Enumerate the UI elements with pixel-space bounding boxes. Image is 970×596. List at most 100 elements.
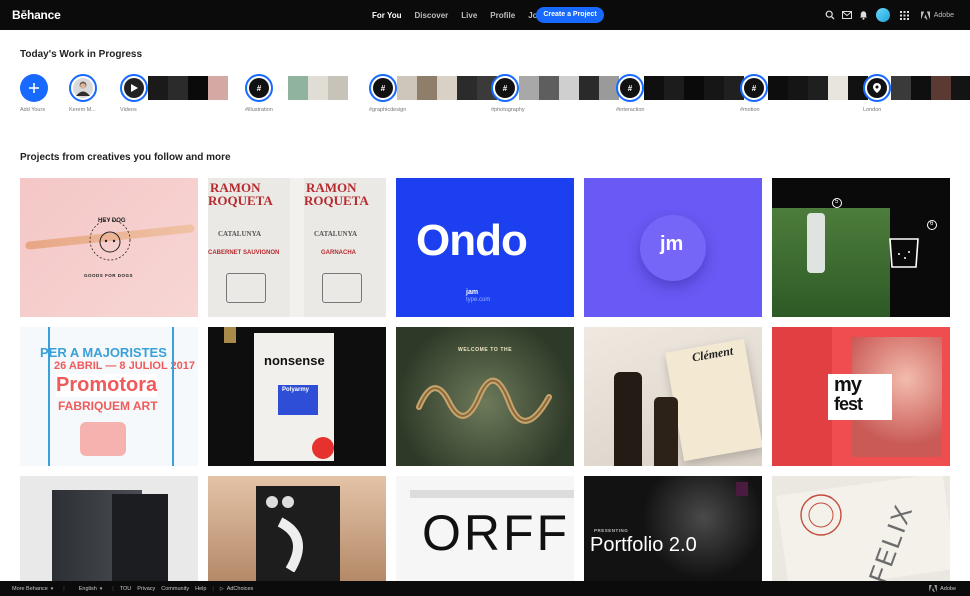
hashtag-icon: # — [373, 78, 393, 98]
footer-bar: More Behance ▾ | English ▾ | TOU Privacy… — [0, 581, 970, 596]
story-videos[interactable]: Videos — [120, 74, 228, 113]
story-thumbnails — [768, 76, 868, 100]
project-card-ramon-roqueta[interactable]: RAMON ROQUETA CATALUNYA CABERNET SAUVIGN… — [208, 178, 386, 317]
poster-art — [266, 496, 303, 572]
label-illustration — [226, 273, 266, 303]
apps-grid-icon[interactable] — [897, 7, 913, 23]
story-interaction[interactable]: # #interaction — [616, 74, 744, 113]
card-title: Ondo — [416, 216, 528, 265]
project-card-poster[interactable] — [208, 476, 386, 581]
story-thumbnails — [891, 76, 970, 100]
adobe-label: Adobe — [940, 585, 956, 592]
user-avatar[interactable] — [875, 8, 890, 22]
card-title: ORFF — [422, 505, 571, 561]
adobe-label: Adobe — [933, 11, 954, 19]
book-label: Polyarmy — [282, 387, 310, 393]
adchoices-icon: ▷ — [219, 585, 224, 592]
footer-link-privacy[interactable]: Privacy — [137, 586, 155, 592]
adchoices-link[interactable]: AdChoices — [227, 586, 254, 592]
emblem-icon — [800, 494, 842, 536]
top-right-tools: Adobe — [821, 0, 970, 30]
nav-for-you[interactable]: For You — [372, 11, 401, 20]
product-bottle — [614, 372, 642, 466]
adobe-icon — [920, 10, 930, 20]
project-card-ondo[interactable]: Ondo jam type.com — [396, 178, 574, 317]
caret-icon: ▾ — [50, 585, 54, 592]
variety-label: GARNACHA — [321, 250, 356, 256]
hashtag-icon: # — [495, 78, 515, 98]
project-card-nonsense[interactable]: nonsense Polyarmy — [208, 327, 386, 466]
brand-line-2: ROQUETA — [208, 193, 273, 208]
dog-logo-icon — [89, 219, 131, 261]
region-label: CATALUNYA — [218, 230, 262, 238]
story-thumbnails — [148, 76, 228, 100]
project-card-jm[interactable]: jm — [584, 178, 762, 317]
brand-jam: jam — [466, 289, 479, 296]
step-number: 5 — [835, 199, 839, 205]
hashtag-icon: # — [744, 78, 764, 98]
app-badge — [736, 482, 748, 496]
mail-icon[interactable] — [839, 7, 855, 23]
person-avatar — [73, 78, 93, 98]
brand-domain: type.com — [466, 297, 491, 303]
story-illustration[interactable]: # #illustration — [245, 74, 348, 113]
bell-icon[interactable] — [856, 7, 872, 23]
project-card-orff[interactable]: ORFF — [396, 476, 574, 581]
main-nav: For You Discover Live Profile Jobs — [372, 0, 547, 30]
location-icon — [873, 83, 881, 93]
project-card-server-box[interactable] — [20, 476, 198, 581]
add-story-button[interactable] — [20, 74, 48, 102]
project-card-promotora[interactable]: PER A MAJORISTES 26 ABRIL — 8 JULIOL 201… — [20, 327, 198, 466]
project-card-filter[interactable]: 5 6 — [772, 178, 950, 317]
card-title: nonsense — [264, 353, 325, 368]
presenting-label: PRESENTING — [594, 528, 629, 533]
create-project-button[interactable]: Create a Project — [536, 7, 604, 23]
language-select[interactable]: English — [79, 586, 97, 592]
product-image — [807, 213, 825, 273]
region-label: CATALUNYA — [314, 230, 358, 238]
nav-live[interactable]: Live — [461, 11, 477, 20]
story-photography[interactable]: # #photography — [491, 74, 619, 113]
adobe-link[interactable]: Adobe — [920, 10, 954, 20]
variety-label: CABERNET SAUVIGNON — [208, 250, 280, 256]
headline: PER A MAJORISTES — [40, 345, 167, 360]
project-card-hey-dog[interactable]: HEY DOG GOODS FOR DOGS — [20, 178, 198, 317]
top-navigation-bar: Bēhance For You Discover Live Profile Jo… — [0, 0, 970, 30]
story-label: #motion — [740, 107, 760, 113]
story-london[interactable]: London — [863, 74, 970, 113]
card-title: HEY DOG — [98, 218, 126, 224]
nav-profile[interactable]: Profile — [490, 11, 515, 20]
product-bottle — [654, 397, 678, 466]
footer-adobe[interactable]: Adobe — [929, 585, 956, 592]
footer-link-help[interactable]: Help — [195, 586, 206, 592]
story-label: #photography — [491, 107, 525, 113]
story-add-yours[interactable]: Add Yours — [20, 74, 48, 113]
subheadline: FABRIQUEM ART — [58, 399, 158, 413]
hashtag-icon: # — [620, 78, 640, 98]
project-card-myfest[interactable]: my fest — [772, 327, 950, 466]
artwork-sample — [80, 422, 126, 456]
footer-link-tou[interactable]: TOU — [120, 586, 132, 592]
brand-line-2: ROQUETA — [304, 193, 369, 208]
story-user[interactable]: Kerem M... — [69, 74, 97, 113]
footer-link-community[interactable]: Community — [161, 586, 189, 592]
project-card-portfolio[interactable]: PRESENTING Portfolio 2.0 — [584, 476, 762, 581]
project-card-clement[interactable]: Clément — [584, 327, 762, 466]
more-behance-link[interactable]: More Behance — [12, 586, 48, 592]
project-card-felix[interactable]: FELIX — [772, 476, 950, 581]
glass-icon — [889, 238, 919, 268]
project-card-lettering[interactable]: WELCOME TO THE — [396, 327, 574, 466]
nav-discover[interactable]: Discover — [414, 11, 448, 20]
story-graphicdesign[interactable]: # #graphicdesign — [369, 74, 497, 113]
projects-section-title: Projects from creatives you follow and m… — [20, 152, 231, 163]
wip-section-title: Today's Work in Progress — [20, 49, 143, 60]
search-icon[interactable] — [822, 7, 838, 23]
card-subtitle: GOODS FOR DOGS — [84, 273, 134, 278]
story-motion[interactable]: # #motion — [740, 74, 868, 113]
behance-logo[interactable]: Bēhance — [12, 8, 61, 22]
card-title: jm — [660, 233, 684, 255]
caret-icon: ▾ — [99, 585, 103, 592]
story-thumbnails — [644, 76, 744, 100]
story-thumbnails — [519, 76, 619, 100]
headline: WELCOME TO THE — [458, 347, 513, 353]
